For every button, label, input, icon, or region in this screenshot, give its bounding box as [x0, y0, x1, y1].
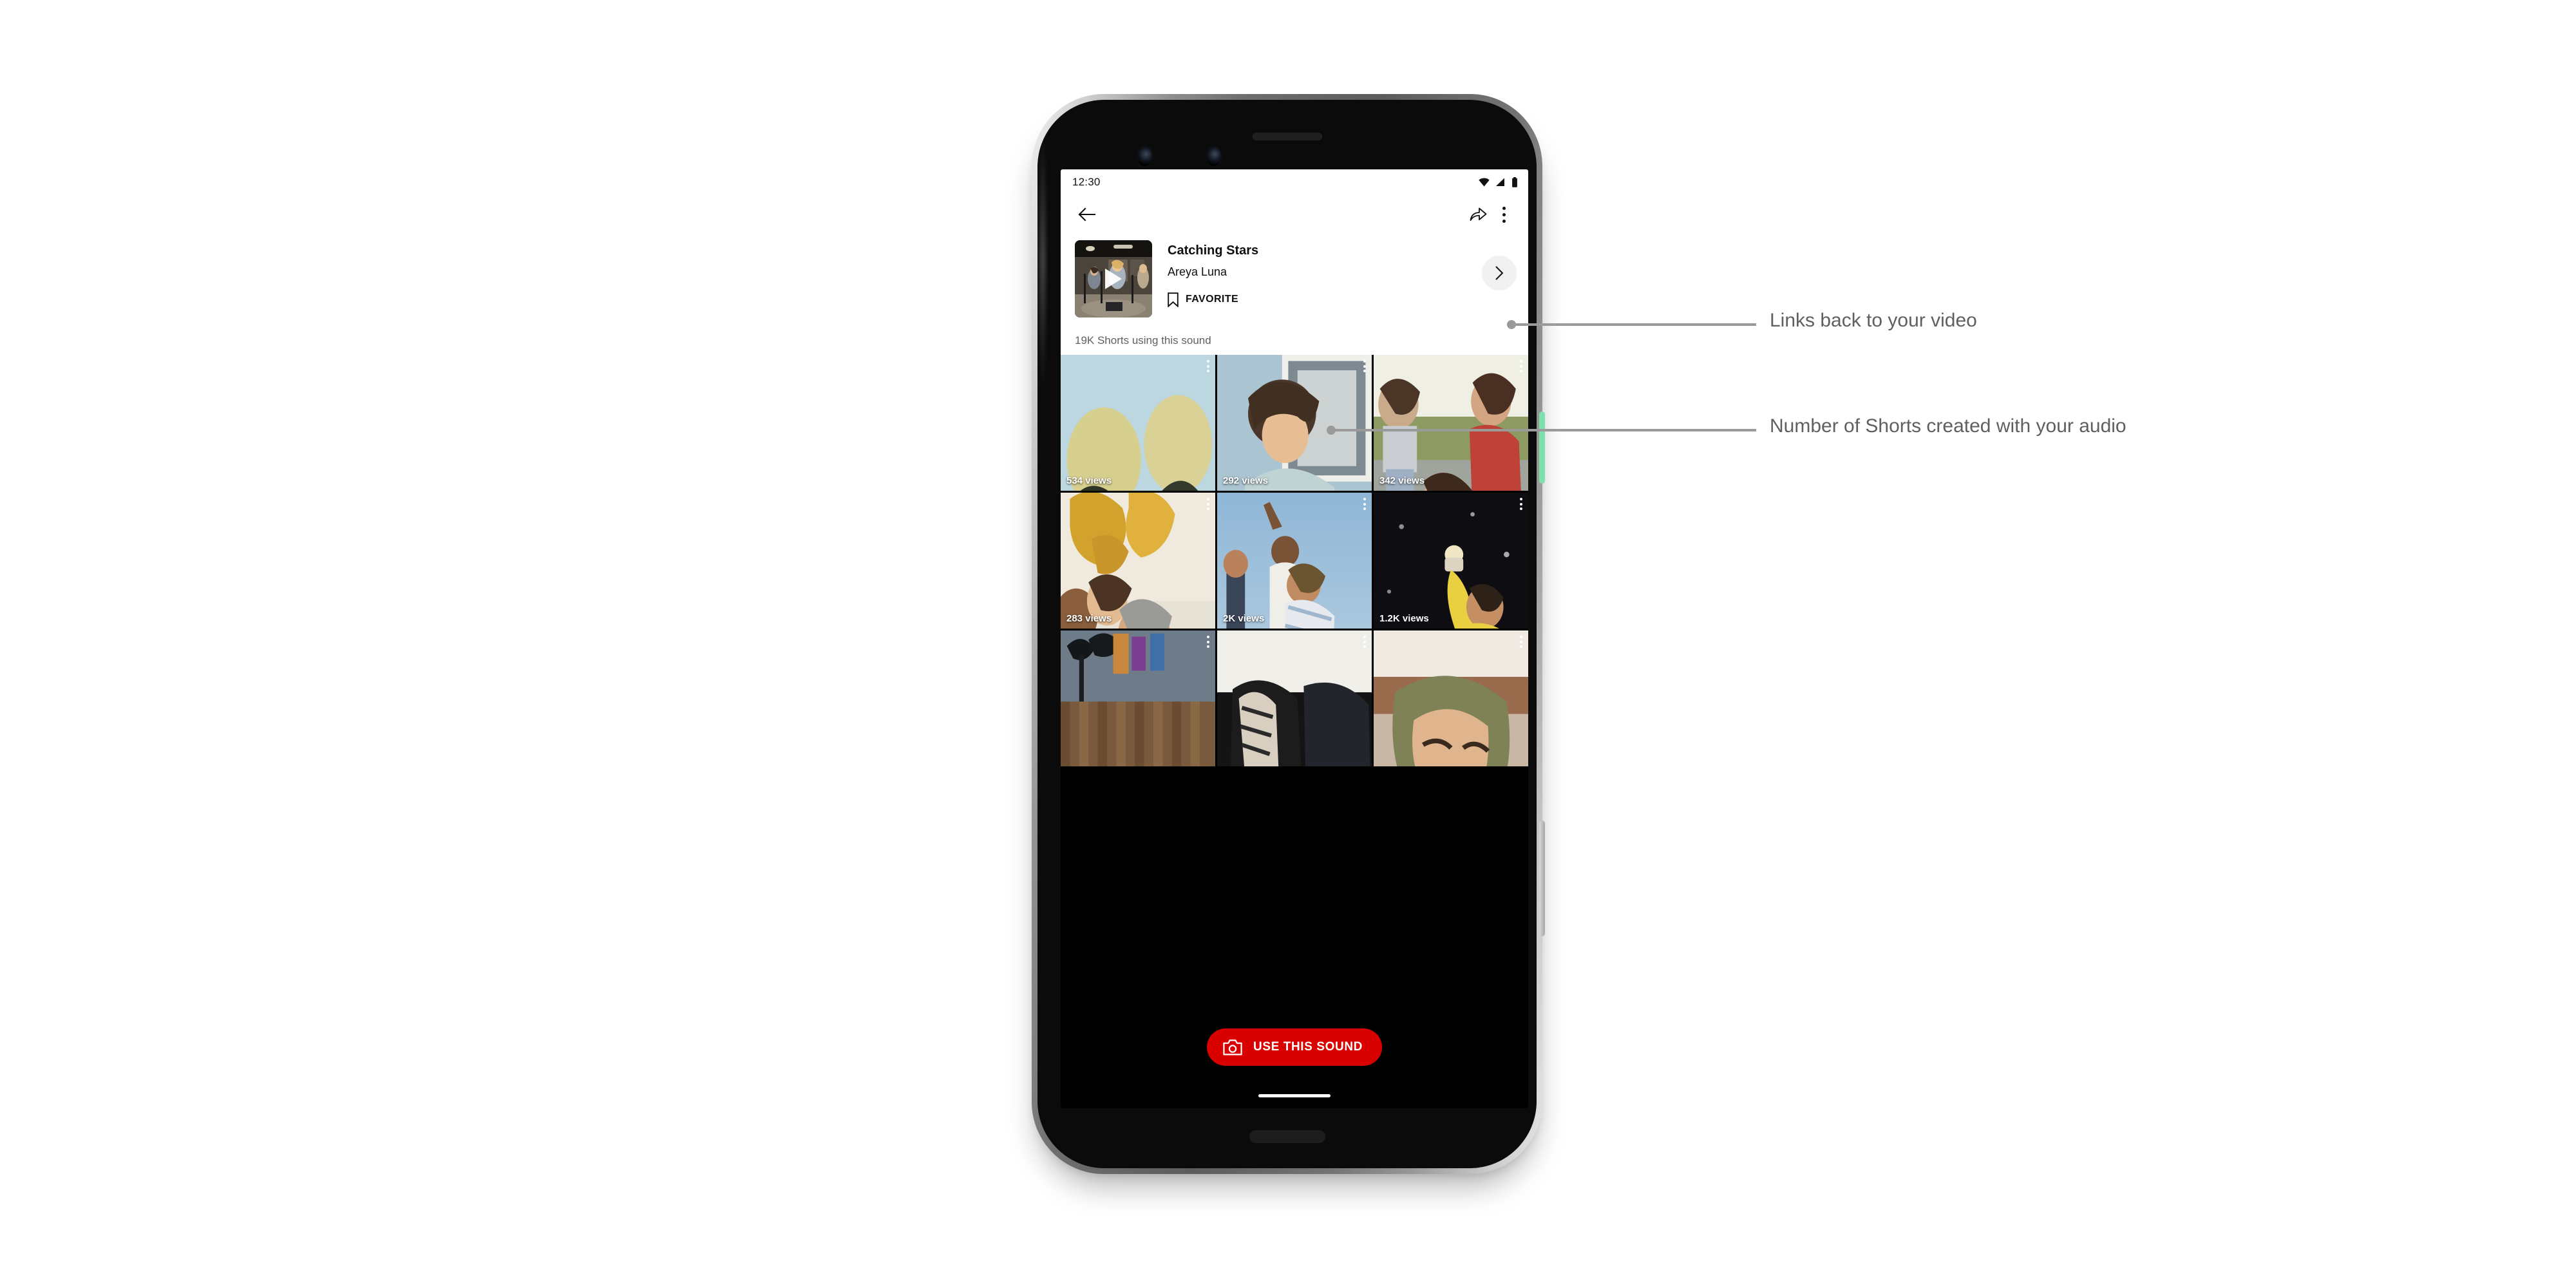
grid-item[interactable]: 342 views [1374, 355, 1528, 491]
shorts-thumbnail [1217, 355, 1372, 491]
overflow-menu-button[interactable] [1491, 202, 1517, 227]
phone-screen: 12:30 Catching Stars Areya Luna FAVORITE… [1061, 169, 1528, 1108]
wifi-icon [1479, 178, 1490, 187]
grid-item[interactable]: 2K views [1217, 493, 1372, 629]
grid-item-menu-icon[interactable] [1363, 498, 1366, 510]
sound-title: Catching Stars [1168, 243, 1259, 258]
grid-item[interactable]: 534 views [1061, 355, 1215, 491]
sound-artist: Areya Luna [1168, 265, 1227, 278]
favorite-label: FAVORITE [1186, 294, 1239, 305]
grid-item[interactable]: 1.2K views [1374, 493, 1528, 629]
grid-item-views: 2K views [1223, 613, 1265, 624]
annotation-label-shorts-count: Number of Shorts created with your audio [1770, 415, 2126, 437]
grid-item[interactable] [1374, 630, 1528, 766]
phone-device-mockup: 12:30 Catching Stars Areya Luna FAVORITE… [1032, 94, 1545, 1174]
grid-item-menu-icon[interactable] [1207, 360, 1209, 372]
grid-item-views: 292 views [1223, 475, 1269, 486]
more-vertical-icon [1502, 206, 1506, 223]
bottom-speaker-icon [1249, 1130, 1325, 1143]
grid-item-menu-icon[interactable] [1363, 636, 1366, 648]
grid-item-views: 534 views [1066, 475, 1112, 486]
grid-item-views: 1.2K views [1379, 613, 1429, 624]
front-camera-icon [1137, 146, 1152, 166]
grid-item-views: 342 views [1379, 475, 1425, 486]
battery-icon [1512, 177, 1517, 187]
grid-item-menu-icon[interactable] [1520, 636, 1522, 648]
grid-item-menu-icon[interactable] [1520, 498, 1522, 510]
sound-thumbnail[interactable] [1075, 240, 1152, 317]
power-button[interactable] [1539, 412, 1545, 484]
home-gesture-pill[interactable] [1258, 1094, 1331, 1097]
shorts-thumbnail [1374, 493, 1528, 629]
annotation-leader-1 [1511, 323, 1756, 326]
grid-item-menu-icon[interactable] [1207, 636, 1209, 648]
back-button[interactable] [1074, 202, 1099, 227]
shorts-thumbnail [1217, 630, 1372, 766]
shorts-grid: 534 views 292 views 342 views 283 views … [1061, 355, 1528, 1108]
shorts-thumbnail [1217, 493, 1372, 629]
grid-item[interactable] [1217, 630, 1372, 766]
annotation-label-links-back: Links back to your video [1770, 310, 1977, 331]
share-button[interactable] [1465, 202, 1491, 227]
status-icons [1479, 177, 1518, 187]
app-bar [1061, 195, 1528, 234]
device-body: 12:30 Catching Stars Areya Luna FAVORITE… [1037, 100, 1537, 1168]
grid-item-menu-icon[interactable] [1207, 498, 1209, 510]
chevron-right-icon [1495, 266, 1503, 280]
grid-item[interactable]: 283 views [1061, 493, 1215, 629]
share-icon [1470, 207, 1486, 221]
system-navigation-bar [1061, 1083, 1528, 1108]
use-this-sound-button[interactable]: USE THIS SOUND [1207, 1028, 1382, 1066]
grid-item[interactable] [1061, 630, 1215, 766]
sound-meta: Catching Stars Areya Luna FAVORITE [1152, 240, 1482, 307]
play-icon [1105, 269, 1122, 289]
favorite-button[interactable]: FAVORITE [1168, 292, 1482, 307]
shorts-count-label: 19K Shorts using this sound [1075, 334, 1211, 346]
camera-icon [1223, 1039, 1242, 1055]
volume-rocker-button[interactable] [1539, 820, 1545, 936]
go-to-video-button[interactable] [1482, 256, 1517, 290]
use-this-sound-label: USE THIS SOUND [1253, 1040, 1363, 1054]
shorts-thumbnail [1061, 493, 1215, 629]
grid-item-menu-icon[interactable] [1363, 360, 1366, 372]
shorts-thumbnail [1374, 355, 1528, 491]
status-time: 12:30 [1072, 176, 1101, 188]
front-camera-secondary-icon [1206, 146, 1221, 166]
grid-item-menu-icon[interactable] [1520, 360, 1522, 372]
bookmark-icon [1168, 292, 1179, 307]
sound-header-card: Catching Stars Areya Luna FAVORITE [1061, 234, 1528, 317]
grid-item[interactable]: 292 views [1217, 355, 1372, 491]
grid-item-views: 283 views [1066, 613, 1112, 624]
cellular-signal-icon [1496, 178, 1504, 186]
shorts-count-row: 19K Shorts using this sound [1061, 317, 1528, 355]
shorts-thumbnail [1061, 355, 1215, 491]
earpiece-speaker-icon [1252, 133, 1322, 140]
shorts-thumbnail [1061, 630, 1215, 766]
shorts-thumbnail [1374, 630, 1528, 766]
status-bar: 12:30 [1061, 169, 1528, 195]
back-arrow-icon [1078, 207, 1095, 222]
youtube-shorts-sound-page: 12:30 Catching Stars Areya Luna FAVORITE… [1061, 169, 1528, 1108]
